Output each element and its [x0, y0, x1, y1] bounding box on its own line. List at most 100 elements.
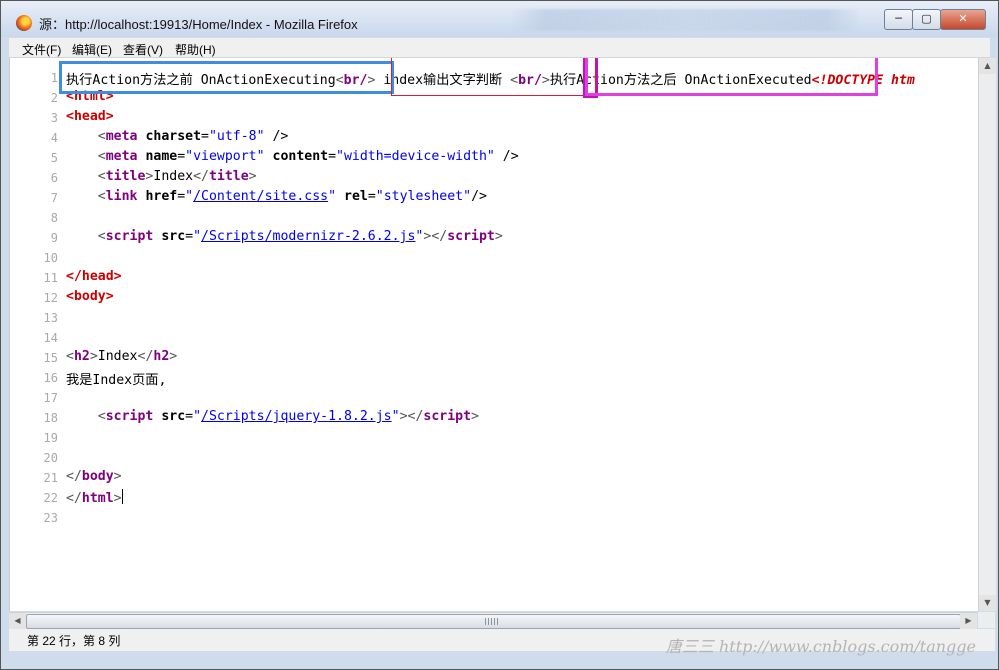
code-text: <script src="/Scripts/modernizr-2.6.2.js…: [97, 229, 503, 244]
line-number: 7: [50, 191, 58, 205]
line-number: 17: [43, 391, 58, 405]
grip-icon: [485, 618, 499, 625]
code-line: 10: [10, 248, 978, 268]
horizontal-scroll-thumb[interactable]: [26, 614, 961, 629]
link-tag: link: [105, 189, 138, 204]
line-number: 13: [43, 311, 58, 325]
meta-tag: meta: [105, 129, 138, 144]
menu-bar: 文件(F) 编辑(E) 查看(V) 帮助(H): [9, 38, 990, 58]
head-open-tag: head: [73, 109, 106, 124]
attr-name: name: [145, 149, 178, 164]
code-text: <head>: [66, 109, 114, 124]
highlight-box-magenta: [585, 58, 878, 96]
scrollbar-corner: [978, 612, 995, 628]
script-close-tag: script: [423, 409, 472, 424]
href-link[interactable]: /Content/site.css: [193, 189, 328, 204]
code-text: <body>: [66, 289, 114, 304]
line-number: 1: [50, 71, 58, 85]
cursor-position: 第 22 行，第 8 列: [27, 634, 121, 648]
code-line: 4 <meta charset="utf-8" />: [10, 128, 978, 148]
attr-charset: charset: [145, 129, 202, 144]
line-number: 3: [50, 111, 58, 125]
code-line: 16 我是Index页面,: [10, 368, 978, 388]
code-text: <meta charset="utf-8" />: [97, 129, 289, 144]
attr-content: content: [272, 149, 329, 164]
menu-edit[interactable]: 编辑(E): [72, 41, 112, 58]
title-open-tag: title: [105, 169, 146, 184]
code-line: 5 <meta name="viewport" content="width=d…: [10, 148, 978, 168]
code-text: </head>: [66, 269, 122, 284]
code-text: <script src="/Scripts/jquery-1.8.2.js"><…: [97, 409, 479, 424]
line-number: 5: [50, 151, 58, 165]
code-line: 13: [10, 308, 978, 328]
script-open-tag: script: [105, 229, 154, 244]
code-text: <link href="/Content/site.css" rel="styl…: [97, 189, 487, 204]
head-close-tag: head: [81, 269, 114, 284]
vertical-scrollbar[interactable]: ▲ ▼: [978, 58, 996, 611]
title-bar[interactable]: 源：http://localhost:19913/Home/Index - Mo…: [1, 1, 998, 37]
line-number: 15: [43, 351, 58, 365]
code-line: 8: [10, 208, 978, 228]
line-number: 10: [43, 251, 58, 265]
src-link-modernizr[interactable]: /Scripts/modernizr-2.6.2.js: [201, 229, 415, 244]
code-line: 22 </html>: [10, 488, 978, 508]
menu-view[interactable]: 查看(V): [123, 41, 163, 58]
scroll-right-icon[interactable]: ▶: [960, 613, 977, 629]
scroll-up-icon[interactable]: ▲: [979, 58, 996, 74]
attr-src: src: [161, 409, 186, 424]
title-close-tag: title: [208, 169, 249, 184]
menu-help[interactable]: 帮助(H): [175, 41, 216, 58]
minimize-button[interactable]: ─: [884, 9, 913, 30]
attr-href: href: [145, 189, 178, 204]
body-text: 我是Index页面,: [66, 373, 167, 388]
line-number: 4: [50, 131, 58, 145]
line-number: 21: [43, 471, 58, 485]
line-number: 2: [50, 91, 58, 105]
line-number: 8: [50, 211, 58, 225]
attr-rel: rel: [344, 189, 368, 204]
code-text: </body>: [66, 469, 122, 484]
scroll-left-icon[interactable]: ◀: [9, 613, 26, 629]
value-name: "viewport": [185, 149, 265, 164]
scroll-down-icon[interactable]: ▼: [979, 595, 996, 611]
h2-text: Index: [97, 349, 138, 364]
watermark: 唐三三 http://www.cnblogs.com/tangge: [665, 637, 976, 656]
code-text: <h2>Index</h2>: [66, 349, 178, 364]
src-link-jquery[interactable]: /Scripts/jquery-1.8.2.js: [201, 409, 392, 424]
maximize-button[interactable]: ▢: [912, 9, 941, 30]
code-line: 7 <link href="/Content/site.css" rel="st…: [10, 188, 978, 208]
code-text: <meta name="viewport" content="width=dev…: [97, 149, 519, 164]
line-number: 16: [43, 371, 58, 385]
h2-close-tag: h2: [153, 349, 170, 364]
line-number: 23: [43, 511, 58, 525]
close-button[interactable]: ✕: [940, 9, 986, 30]
body-open-tag: body: [73, 289, 106, 304]
code-line: 19: [10, 428, 978, 448]
value-charset: "utf-8": [208, 129, 265, 144]
code-text: 我是Index页面,: [66, 369, 166, 388]
code-text: <title>Index</title>: [97, 169, 257, 184]
html-close-tag: html: [81, 491, 114, 506]
line-number: 12: [43, 291, 58, 305]
code-line: 9 <script src="/Scripts/modernizr-2.6.2.…: [10, 228, 978, 248]
text-caret: [121, 489, 123, 504]
window-title: 源：http://localhost:19913/Home/Index - Mo…: [39, 17, 358, 32]
source-view[interactable]: 1 执行Action方法之前 OnActionExecuting<br/> in…: [9, 58, 978, 611]
code-text: </html>: [66, 489, 123, 506]
code-line: 21 </body>: [10, 468, 978, 488]
line-number: 19: [43, 431, 58, 445]
code-line: 18 <script src="/Scripts/jquery-1.8.2.js…: [10, 408, 978, 428]
line-number: 9: [50, 231, 58, 245]
value-rel: "stylesheet": [375, 189, 472, 204]
window-controls: ─ ▢ ✕: [884, 9, 986, 30]
code-line: 17: [10, 388, 978, 408]
menu-file[interactable]: 文件(F): [22, 41, 61, 58]
code-line: 6 <title>Index</title>: [10, 168, 978, 188]
code-line: 14: [10, 328, 978, 348]
code-line: 15 <h2>Index</h2>: [10, 348, 978, 368]
attr-src: src: [161, 229, 186, 244]
script-open-tag: script: [105, 409, 154, 424]
highlight-box-blue: [59, 61, 394, 94]
horizontal-scrollbar[interactable]: ◀ ▶: [9, 612, 977, 629]
browser-window: 源：http://localhost:19913/Home/Index - Mo…: [0, 0, 999, 670]
